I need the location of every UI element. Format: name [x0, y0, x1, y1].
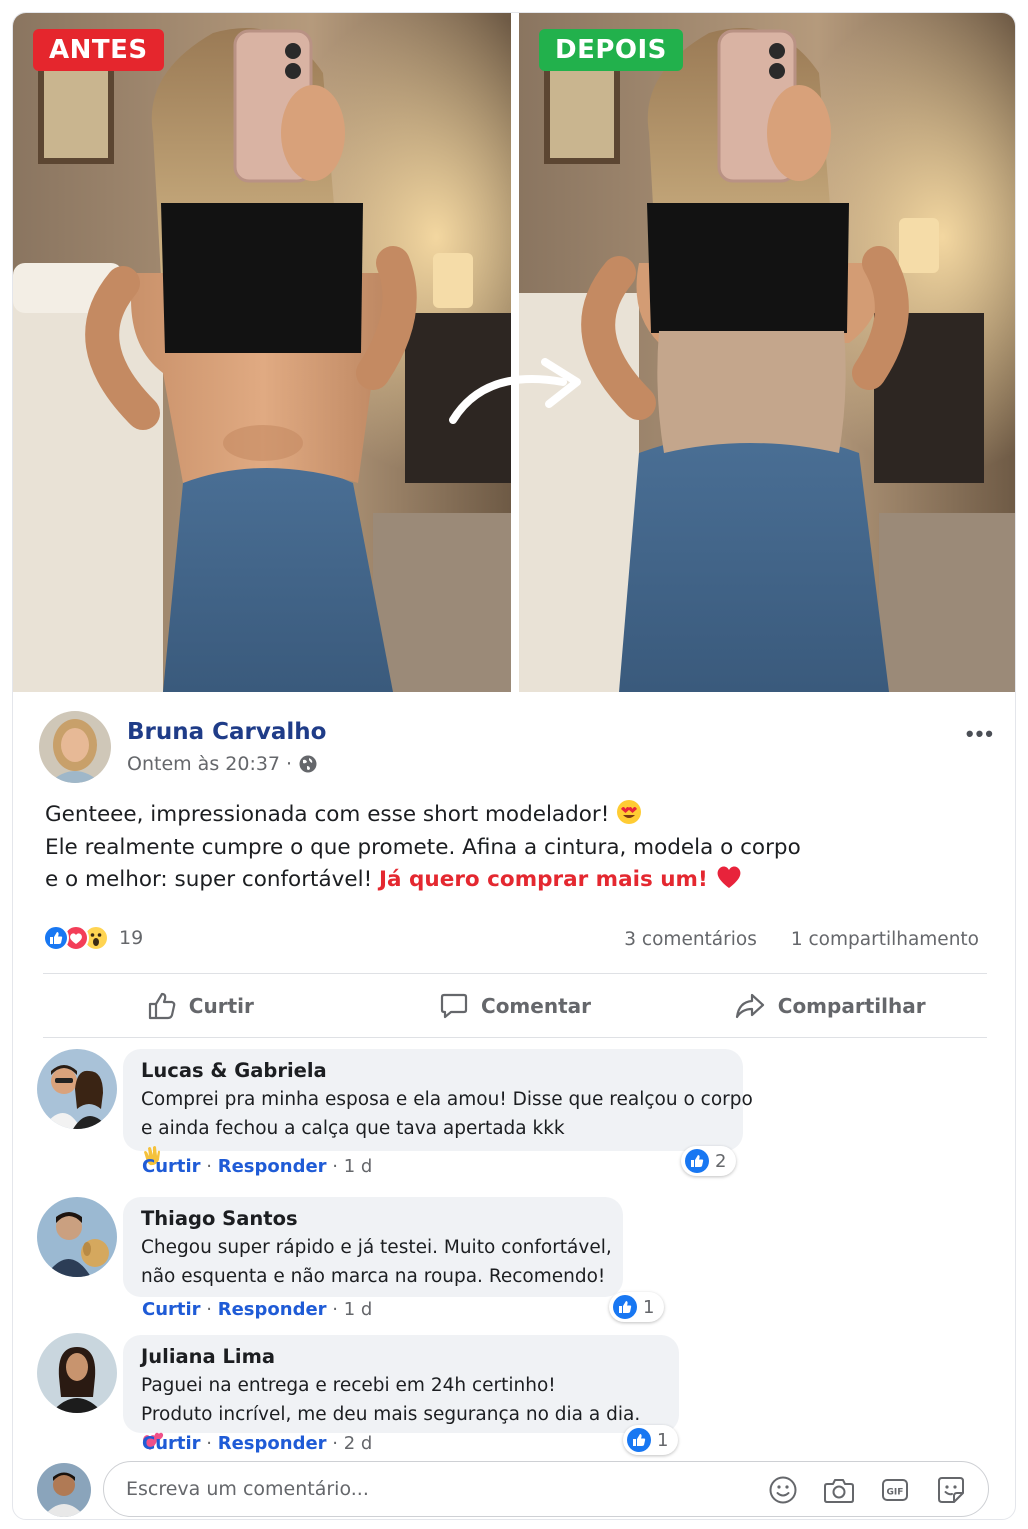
reaction-count: 19 — [119, 927, 144, 949]
share-button-label: Compartilhar — [777, 994, 926, 1018]
comment-time: · 1 d — [332, 1299, 373, 1320]
share-button[interactable]: Compartilhar — [672, 975, 987, 1037]
divider — [43, 973, 987, 974]
post-text-line-3: e o melhor: super confortável! — [45, 867, 373, 892]
comment-footer: Curtir · Responder · 1 d — [142, 1156, 373, 1177]
comment-text-line: Chegou super rápido e já testei. Muito c… — [141, 1237, 612, 1258]
red-heart-emoji-icon — [717, 866, 741, 888]
before-photo: ANTES — [13, 13, 511, 692]
comment-button-label: Comentar — [481, 994, 591, 1018]
commenter-name[interactable]: Lucas & Gabriela — [141, 1059, 727, 1082]
comment-bubble: Lucas & Gabriela Comprei pra minha espos… — [123, 1049, 753, 1166]
comment-text-line: Comprei pra minha esposa e ela amou! Dis… — [141, 1089, 753, 1110]
arrow-icon — [449, 358, 581, 424]
post-meta: Ontem às 20:37 · — [127, 753, 318, 775]
commenter-avatar[interactable] — [37, 1049, 117, 1129]
like-icon — [43, 925, 69, 951]
post-text-highlight: Já quero comprar mais um! — [379, 867, 708, 892]
comment-text: Chegou super rápido e já testei. Muito c… — [141, 1234, 612, 1291]
like-button[interactable]: Curtir — [43, 975, 358, 1037]
post-text-line-1: Genteee, impressionada com esse short mo… — [45, 802, 610, 827]
share-icon — [735, 993, 764, 1019]
commenter-name[interactable]: Juliana Lima — [141, 1345, 663, 1368]
comment-text-line: Produto incrível, me deu mais segurança … — [141, 1403, 641, 1425]
post-timestamp[interactable]: Ontem às 20:37 · — [127, 753, 292, 775]
sticker-icon[interactable] — [934, 1473, 968, 1507]
engagement-counts: 3 comentários 1 compartilhamento — [624, 929, 979, 950]
comment-like-link[interactable]: Curtir — [142, 1156, 201, 1177]
comment-bubble: Juliana Lima Paguei na entrega e recebi … — [123, 1335, 679, 1450]
comment-time: · 1 d — [332, 1156, 373, 1177]
before-label: ANTES — [33, 29, 164, 71]
comment-text-line: Paguei na entrega e recebi em 24h certin… — [141, 1375, 556, 1396]
like-button-label: Curtir — [188, 994, 254, 1018]
comment-composer: GIF — [103, 1461, 989, 1517]
globe-icon — [299, 755, 317, 773]
after-photo: DEPOIS — [519, 13, 1015, 692]
composer-tools: GIF — [766, 1473, 968, 1507]
comment-footer: Curtir · Responder · 1 d — [142, 1299, 373, 1320]
more-options-icon[interactable]: ••• — [966, 721, 995, 747]
comment-like-count[interactable]: 2 — [681, 1146, 737, 1176]
comment-reply-link[interactable]: Responder — [218, 1299, 327, 1320]
comment-button[interactable]: Comentar — [358, 975, 673, 1037]
comment-bubble: Thiago Santos Chegou super rápido e já t… — [123, 1197, 623, 1297]
svg-text:GIF: GIF — [887, 1488, 904, 1498]
comment-reply-link[interactable]: Responder — [218, 1156, 327, 1177]
heart-eyes-emoji-icon — [617, 800, 642, 824]
comment-like-link[interactable]: Curtir — [142, 1299, 201, 1320]
comment-icon — [440, 993, 468, 1019]
commenter-name[interactable]: Thiago Santos — [141, 1207, 607, 1230]
author-avatar[interactable] — [39, 711, 111, 783]
current-user-avatar[interactable] — [37, 1463, 91, 1517]
comment-text-line: não esquenta e não marca na roupa. Recom… — [141, 1265, 606, 1287]
emoji-icon[interactable] — [766, 1473, 800, 1507]
gif-icon[interactable]: GIF — [878, 1473, 912, 1507]
comment-input[interactable] — [126, 1478, 726, 1500]
comment-footer: Curtir · Responder · 2 d — [142, 1433, 373, 1454]
camera-icon[interactable] — [822, 1473, 856, 1507]
like-icon — [685, 1149, 709, 1173]
comment-like-link[interactable]: Curtir — [142, 1433, 201, 1454]
divider — [43, 1037, 987, 1038]
action-bar: Curtir Comentar Compartilhar — [43, 975, 987, 1037]
like-icon — [613, 1295, 637, 1319]
post-card: ANTES DEPOIS Bruna Carvalho Ontem às 20:… — [12, 12, 1016, 1520]
post-text-line-2: Ele realmente cumpre o que promete. Afin… — [45, 834, 801, 860]
commenter-avatar[interactable] — [37, 1333, 117, 1413]
thumbs-up-icon — [148, 992, 176, 1020]
comments-count[interactable]: 3 comentários — [624, 929, 757, 950]
comment-like-count[interactable]: 1 — [623, 1425, 679, 1455]
comment-likes-value: 1 — [643, 1296, 655, 1318]
comment-reply-link[interactable]: Responder — [218, 1433, 327, 1454]
before-after-image[interactable]: ANTES DEPOIS — [13, 13, 1015, 692]
after-label: DEPOIS — [539, 29, 683, 71]
post-text: Genteee, impressionada com esse short mo… — [45, 799, 985, 897]
author-name[interactable]: Bruna Carvalho — [127, 719, 326, 745]
reaction-summary[interactable]: 19 — [43, 925, 143, 951]
commenter-avatar[interactable] — [37, 1197, 117, 1277]
like-icon — [627, 1428, 651, 1452]
comment-likes-value: 1 — [657, 1429, 669, 1451]
comment-time: · 2 d — [332, 1433, 373, 1454]
shares-count[interactable]: 1 compartilhamento — [791, 929, 979, 950]
comment-likes-value: 2 — [715, 1150, 727, 1172]
comment-like-count[interactable]: 1 — [609, 1292, 665, 1322]
comment-text-line: e ainda fechou a calça que tava apertada… — [141, 1117, 565, 1139]
